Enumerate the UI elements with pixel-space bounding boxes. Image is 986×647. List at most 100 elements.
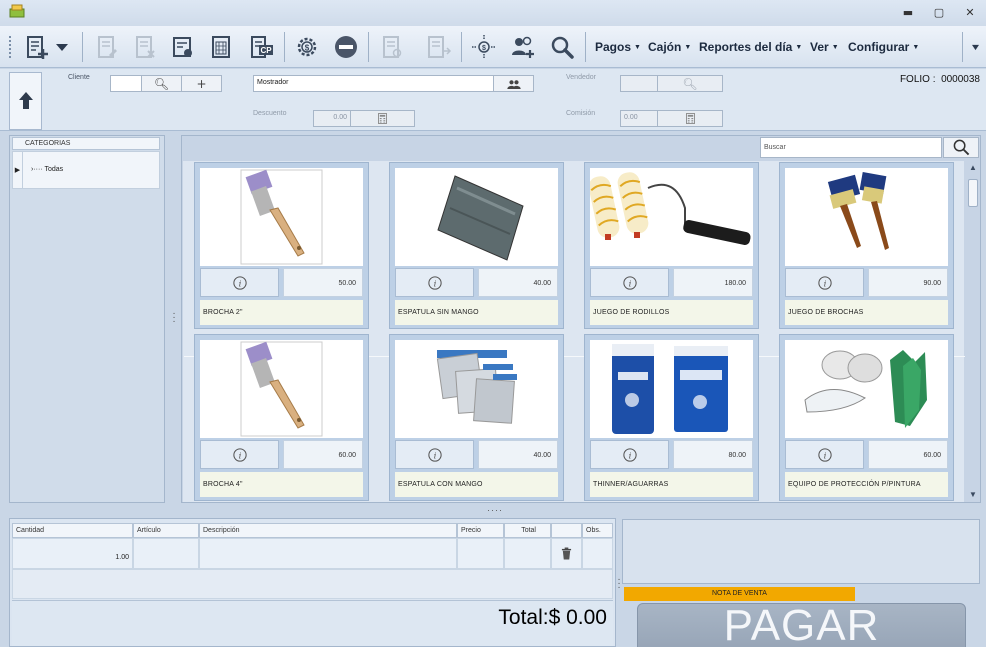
close-button[interactable]: ✕ <box>962 6 978 20</box>
column-header[interactable]: Total <box>504 523 551 538</box>
ticket-action-button[interactable] <box>376 31 408 63</box>
cash-transfer-button[interactable]: $ <box>468 31 500 63</box>
product-info-button[interactable]: i <box>590 440 669 469</box>
product-image <box>785 340 948 438</box>
calculator-doc-button[interactable] <box>205 31 237 63</box>
scroll-up-icon[interactable]: ▲ <box>967 163 979 173</box>
customer-ticket-button[interactable] <box>167 31 199 63</box>
product-card[interactable]: i 90.00 JUEGO DE BROCHAS <box>779 162 954 329</box>
menu-ver[interactable]: Ver ▼ <box>810 40 839 54</box>
product-card[interactable]: i 180.00 JUEGO DE RODILLOS <box>584 162 759 329</box>
products-scrollbar[interactable]: ▲ ▼ <box>966 161 980 502</box>
order-qty-cell[interactable]: 1.00 <box>12 538 133 569</box>
product-name: BROCHA 4" <box>200 472 363 497</box>
pay-button[interactable]: PAGAR <box>637 603 966 647</box>
order-obs-cell[interactable] <box>582 538 613 569</box>
order-total-cell <box>504 538 551 569</box>
product-card[interactable]: i 40.00 ESPATULA CON MANGO <box>389 334 564 501</box>
product-search-input[interactable]: Buscar <box>760 137 942 158</box>
search-tool-button[interactable] <box>546 31 578 63</box>
cliente-code-input[interactable] <box>110 75 142 92</box>
column-header[interactable]: Cantidad <box>12 523 133 538</box>
cliente-list-button[interactable] <box>493 75 534 92</box>
remove-button[interactable] <box>330 31 362 63</box>
menu-pagos[interactable]: Pagos ▼ <box>595 40 641 54</box>
brush-image <box>240 341 323 437</box>
scrollbar-thumb[interactable] <box>968 179 978 207</box>
product-card[interactable]: i 60.00 EQUIPO DE PROTECCIÓN P/PINTURA <box>779 334 954 501</box>
column-header[interactable]: Artículo <box>133 523 199 538</box>
descuento-input[interactable]: 0.00 <box>313 110 351 127</box>
descuento-label: Descuento <box>253 110 287 117</box>
svg-text:i: i <box>628 279 631 289</box>
ticket-transfer-button[interactable] <box>422 31 454 63</box>
product-info-button[interactable]: i <box>785 268 864 297</box>
new-ticket-button[interactable] <box>21 31 53 63</box>
comision-calc-button[interactable] <box>657 110 723 127</box>
cancel-ticket-button[interactable] <box>129 31 161 63</box>
svg-text:i: i <box>823 279 826 289</box>
product-image <box>395 168 558 266</box>
cp-doc-icon: CP <box>251 36 273 58</box>
product-price: 90.00 <box>868 268 948 297</box>
column-header[interactable]: Descripción <box>199 523 457 538</box>
product-price: 60.00 <box>283 440 363 469</box>
info-icon: i <box>817 447 832 462</box>
toolbar-overflow-button[interactable] <box>966 31 984 63</box>
cash-settings-button[interactable]: $ <box>291 31 323 63</box>
product-search-button[interactable] <box>943 137 979 158</box>
toolbar-grip[interactable] <box>9 36 11 58</box>
vendedor-input[interactable] <box>620 75 658 92</box>
menu-reportes[interactable]: Reportes del día ▼ <box>699 40 802 54</box>
vendedor-search-button[interactable]: 🔍︎ <box>657 75 723 92</box>
order-price-cell[interactable] <box>457 538 504 569</box>
maximize-button[interactable]: ▢ <box>931 6 947 20</box>
category-item-todas[interactable]: ▶ ›···· Todas <box>12 151 160 189</box>
menu-cajon[interactable]: Cajón ▼ <box>648 40 691 54</box>
product-card[interactable]: i 60.00 BROCHA 4" <box>194 334 369 501</box>
product-info-button[interactable]: i <box>395 440 474 469</box>
product-card[interactable]: i 80.00 THINNER/AGUARRAS <box>584 334 759 501</box>
expand-icon[interactable]: › <box>31 166 33 173</box>
new-ticket-dropdown[interactable] <box>52 31 72 63</box>
dropdown-arrow-icon <box>56 44 68 51</box>
scroll-down-icon[interactable]: ▼ <box>967 490 979 500</box>
categories-panel: CATEGORIAS ▶ ›···· Todas <box>9 135 165 503</box>
descuento-calc-button[interactable] <box>350 110 415 127</box>
collapse-up-button[interactable] <box>9 72 42 130</box>
menu-configurar[interactable]: Configurar ▼ <box>848 40 919 54</box>
chevron-down-icon: ▼ <box>912 44 920 51</box>
product-info-button[interactable]: i <box>200 268 279 297</box>
delete-row-button[interactable] <box>551 538 582 569</box>
edit-ticket-button[interactable] <box>91 31 123 63</box>
product-card[interactable]: i 40.00 ESPATULA SIN MANGO <box>389 162 564 329</box>
column-header[interactable]: Obs. <box>582 523 613 538</box>
ticket-arrow-icon <box>428 36 452 58</box>
cliente-add-button[interactable]: + <box>181 75 222 92</box>
order-description-cell[interactable] <box>199 538 457 569</box>
order-empty-area <box>12 569 613 599</box>
ticket-disabled-icon <box>383 36 402 58</box>
users-button[interactable] <box>507 31 539 63</box>
cliente-search-button[interactable]: 🔍︎ <box>141 75 182 92</box>
order-article-cell[interactable] <box>133 538 199 569</box>
vertical-splitter-bottom[interactable]: · · · <box>617 575 621 593</box>
minimize-button[interactable]: ▬ <box>900 6 916 20</box>
cliente-name-input[interactable]: Mostrador <box>253 75 494 92</box>
product-info-button[interactable]: i <box>785 440 864 469</box>
product-info-button[interactable]: i <box>395 268 474 297</box>
vertical-splitter[interactable]: · · · <box>172 309 176 327</box>
horizontal-splitter[interactable]: ···· <box>487 506 503 515</box>
chevron-down-icon: ▼ <box>795 44 803 51</box>
title-bar: ▬ ▢ ✕ <box>0 0 986 26</box>
users-add-icon <box>512 36 534 58</box>
product-name: THINNER/AGUARRAS <box>590 472 753 497</box>
cp-doc-button[interactable]: CP <box>245 31 277 63</box>
column-header[interactable]: Precio <box>457 523 504 538</box>
comision-input[interactable]: 0.00 <box>620 110 658 127</box>
svg-text:i: i <box>433 279 436 289</box>
nota-de-venta-tab[interactable]: NOTA DE VENTA <box>624 587 855 601</box>
product-info-button[interactable]: i <box>200 440 279 469</box>
product-card[interactable]: i 50.00 BROCHA 2" <box>194 162 369 329</box>
product-info-button[interactable]: i <box>590 268 669 297</box>
